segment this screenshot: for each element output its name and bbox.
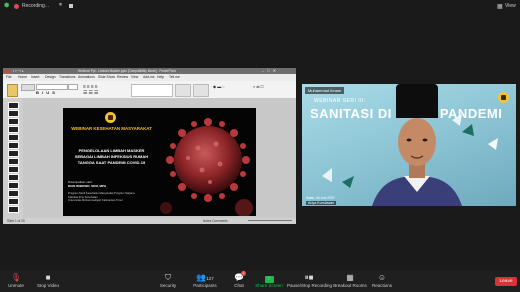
slide-thumbnail[interactable]	[8, 182, 19, 189]
university-logo-icon	[105, 112, 116, 123]
participants-button[interactable]: 👥127 Participants	[189, 270, 221, 292]
slide-thumbnail[interactable]	[8, 142, 19, 149]
slide-thumbnail[interactable]	[8, 102, 19, 109]
tab-design[interactable]: Design	[45, 75, 56, 79]
stop-icon[interactable]	[69, 4, 73, 8]
banner-date: Sabtu, 06 Juni 2020	[306, 196, 335, 200]
slide-thumbnail[interactable]	[8, 118, 19, 125]
find-replace-icon[interactable]: ⌕ ⇄ ⬚	[253, 84, 264, 89]
chat-label: Chat	[234, 283, 244, 288]
participants-count: 127	[206, 276, 214, 281]
stop-video-label: Stop Video	[37, 283, 59, 288]
slide-thumbnail-pane[interactable]	[3, 98, 23, 218]
presenter-name: DIAN WIBOWO, SKM, MPH	[68, 184, 107, 188]
slide-heading: WEBINAR KESEHATAN MASYARAKAT	[71, 126, 152, 131]
tab-add-ins[interactable]: Add-ins	[143, 75, 155, 79]
reactions-label: Reactions	[371, 283, 392, 288]
slide-title: PENGELOLAAN LIMBAH MASKER SEBAGAI LIMBAH…	[63, 148, 160, 166]
security-button[interactable]: ⛉ Security	[155, 270, 181, 292]
ppt-window-title: Webinar Ppt - Limbah Masker.pptx [Compat…	[78, 69, 176, 73]
chat-icon: 💬 2	[234, 271, 246, 282]
slide-thumbnail[interactable]	[8, 134, 19, 141]
unmute-label: Unmute	[8, 283, 24, 288]
reactions-button[interactable]: ☺ Reactions	[369, 270, 395, 292]
view-button[interactable]: View	[505, 3, 516, 9]
tab-home[interactable]: Home	[18, 75, 27, 79]
video-name-label: Ariya Kurniawan	[306, 201, 337, 205]
ppt-ribbon-tabs: File Home Insert Design Transitions Anim…	[3, 74, 296, 81]
shapes-gallery[interactable]	[131, 84, 173, 97]
slide-thumbnail[interactable]	[8, 150, 19, 157]
participants-label: Participants	[193, 283, 217, 288]
pause-stop-recording-label: Pause/Stop Recording	[287, 283, 333, 288]
recording-status: Recording...	[22, 3, 49, 9]
current-slide[interactable]: WEBINAR KESEHATAN MASYARAKAT PENGELOLAAN…	[63, 108, 256, 216]
breakout-rooms-label: Breakout Rooms	[333, 283, 367, 288]
tab-help[interactable]: Help	[157, 75, 164, 79]
slide-counter: Slide 1 of 25	[7, 219, 25, 223]
participant-person	[372, 84, 462, 206]
chat-unread-badge: 2	[241, 271, 246, 276]
notes-comments-buttons[interactable]: Notes Comments	[203, 219, 228, 223]
ppt-ribbon: B I U S ≡≡≡≡ ☰☰☰ ◆ ▬ ◌ ⌕ ⇄ ⬚	[3, 81, 296, 99]
new-slide-icon[interactable]	[21, 84, 35, 91]
chat-button[interactable]: 💬 2 Chat	[228, 270, 250, 292]
stop-video-button[interactable]: ■ Stop Video	[34, 270, 62, 292]
slide-title-line: TANGGA SAAT PANDEMI COVID-19	[77, 160, 146, 165]
affiliation-line: Universitas Muhammadiyah Kalimantan Timu…	[68, 199, 123, 203]
share-screen-label: Share Screen	[255, 283, 283, 288]
tab-insert[interactable]: Insert	[31, 75, 39, 79]
shape-fill-icon[interactable]: ◆ ▬ ◌	[213, 84, 225, 89]
paste-icon[interactable]	[7, 84, 18, 97]
recording-dot-icon	[14, 4, 19, 9]
font-size-select[interactable]	[68, 84, 78, 90]
quick-access-icons[interactable]: ▪ ↶ ↷ ▸	[13, 69, 24, 73]
ppt-status-bar: Slide 1 of 25 Notes Comments	[3, 218, 296, 224]
meeting-toolbar: 🎙 Unmute ■ Stop Video ⛉ Security 👥127 Pa…	[0, 270, 520, 292]
pause-stop-recording-button[interactable]: ⏸■ Pause/Stop Recording	[287, 270, 333, 292]
unmute-button[interactable]: 🎙 Unmute	[2, 270, 30, 292]
window-controls-icon[interactable]: –□✕	[262, 68, 279, 73]
share-screen-button[interactable]: ↑ Share Screen	[254, 270, 284, 292]
quick-styles-icon[interactable]	[193, 84, 209, 97]
breakout-rooms-button[interactable]: ▦ Breakout Rooms	[333, 270, 367, 292]
tab-view[interactable]: View	[131, 75, 138, 79]
breakout-rooms-icon: ▦	[346, 273, 354, 282]
pause-stop-icon: ⏸■	[304, 273, 314, 282]
muted-microphone-icon: 🎙	[10, 273, 22, 282]
shield-icon: ⛉	[165, 273, 171, 282]
slide-thumbnail[interactable]	[8, 174, 19, 181]
coronavirus-illustration	[160, 118, 253, 216]
slide-thumbnail[interactable]	[8, 126, 19, 133]
powerpoint-logo-icon	[6, 69, 10, 73]
slide-thumbnail[interactable]	[8, 190, 19, 197]
tab-slide-show[interactable]: Slide Show	[98, 75, 115, 79]
slide-thumbnail[interactable]	[8, 110, 19, 117]
arrange-icon[interactable]	[175, 84, 191, 97]
slide-thumbnail[interactable]	[8, 198, 19, 205]
meeting-top-bar: ⬢ Recording... ⏸ ▦ View	[0, 0, 520, 12]
align-icons[interactable]: ☰☰☰	[83, 90, 99, 96]
tab-file[interactable]: File	[6, 75, 11, 79]
tab-transitions[interactable]: Transitions	[59, 75, 75, 79]
slide-thumbnail[interactable]	[8, 166, 19, 173]
participants-icon: 👥127	[196, 273, 214, 282]
tab-review[interactable]: Review	[117, 75, 128, 79]
presenter-affiliation: Program Studi Kesehatan Masyarakat Progr…	[68, 192, 134, 203]
share-screen-icon: ↑	[254, 273, 284, 283]
tab-animations[interactable]: Animations	[78, 75, 95, 79]
text-format-icons[interactable]: B I U S	[36, 90, 56, 95]
slide-thumbnail[interactable]	[8, 206, 19, 213]
video-camera-icon: ■	[45, 273, 51, 282]
view-grid-icon[interactable]: ▦	[497, 3, 503, 10]
smiley-icon: ☺	[377, 273, 387, 282]
shield-icon[interactable]: ⬢	[4, 3, 9, 9]
participant-video-tile[interactable]: Muhammad Ilmam WEBINAR SERI III: SANITAS…	[302, 84, 516, 206]
leave-button[interactable]: Leave	[495, 277, 517, 286]
tab-tell-me[interactable]: Tell me	[169, 75, 180, 79]
pause-icon[interactable]: ⏸	[59, 2, 62, 9]
slide-thumbnail[interactable]	[8, 158, 19, 165]
zoom-slider[interactable]	[248, 220, 292, 221]
security-label: Security	[159, 283, 177, 288]
